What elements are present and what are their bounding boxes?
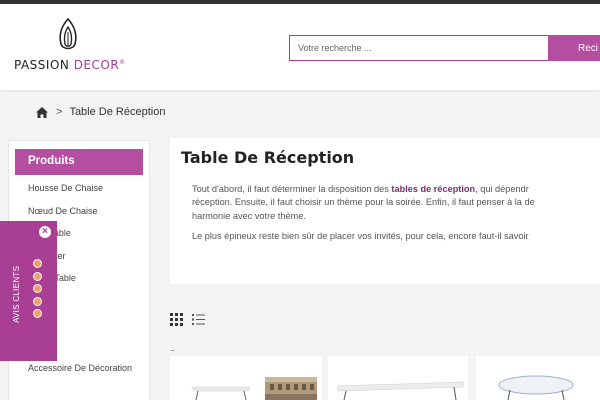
divider	[171, 350, 174, 351]
description-p1-line3: harmonie avec votre thème.	[192, 210, 306, 221]
breadcrumb: > Table De Réception	[36, 106, 165, 118]
product-grid	[170, 356, 600, 400]
sidebar-item-accessoire-de-decoration[interactable]: Accessoire De Décoration	[28, 363, 148, 393]
product-image[interactable]	[170, 356, 322, 400]
description-paragraph-2: Le plus épineux reste bien sûr de placer…	[192, 231, 529, 242]
site-header: PASSION DECOR® Reci	[0, 4, 600, 90]
close-icon[interactable]: ×	[39, 226, 51, 238]
sidebar-item-housse-de-chaise[interactable]: Housse De Chaise	[28, 183, 148, 206]
product-image[interactable]	[328, 356, 468, 400]
star-icon	[33, 284, 42, 293]
star-icon	[33, 271, 42, 281]
product-card[interactable]	[170, 356, 322, 400]
sidebar-title: Produits	[15, 149, 143, 175]
search-button[interactable]: Reci	[548, 35, 600, 61]
product-card[interactable]	[328, 356, 468, 400]
description-paragraph-1: Tout d'abord, il faut déterminer la disp…	[192, 183, 600, 223]
grid-view-icon[interactable]	[170, 313, 183, 326]
logo-text-part1: PASSION	[14, 58, 74, 72]
breadcrumb-separator: >	[56, 106, 63, 118]
breadcrumb-current: Table De Réception	[69, 106, 166, 118]
logo-icon	[59, 18, 77, 50]
list-view-icon[interactable]	[192, 313, 205, 326]
description-text: Tout d'abord, il faut déterminer la disp…	[192, 183, 600, 250]
star-icon	[33, 296, 42, 306]
star-icon	[33, 309, 42, 318]
logo-text-part2: DECOR	[73, 58, 120, 72]
product-image[interactable]	[476, 356, 600, 400]
description-p1-line2: réception. Ensuite, il faut choisir un t…	[192, 197, 535, 208]
logo[interactable]: PASSION DECOR®	[14, 18, 129, 76]
rating-stars	[33, 259, 43, 322]
logo-text: PASSION DECOR®	[14, 58, 126, 72]
search-form: Reci	[289, 35, 600, 61]
description-p1-end: , qui dépendr	[475, 184, 529, 194]
customer-reviews-widget[interactable]: × AVIS CLIENTS	[0, 221, 57, 361]
product-card[interactable]	[476, 356, 600, 400]
page-title: Table De Réception	[181, 148, 355, 167]
category-description: Table De Réception Tout d'abord, il faut…	[170, 138, 600, 284]
search-input[interactable]	[289, 35, 549, 61]
reviews-label: AVIS CLIENTS	[12, 265, 21, 323]
description-p1-start: Tout d'abord, il faut déterminer la disp…	[192, 184, 392, 194]
star-icon	[33, 259, 42, 268]
home-icon[interactable]	[36, 106, 48, 118]
tables-de-reception-link[interactable]: tables de réception	[391, 184, 475, 194]
registered-mark: ®	[119, 59, 126, 66]
